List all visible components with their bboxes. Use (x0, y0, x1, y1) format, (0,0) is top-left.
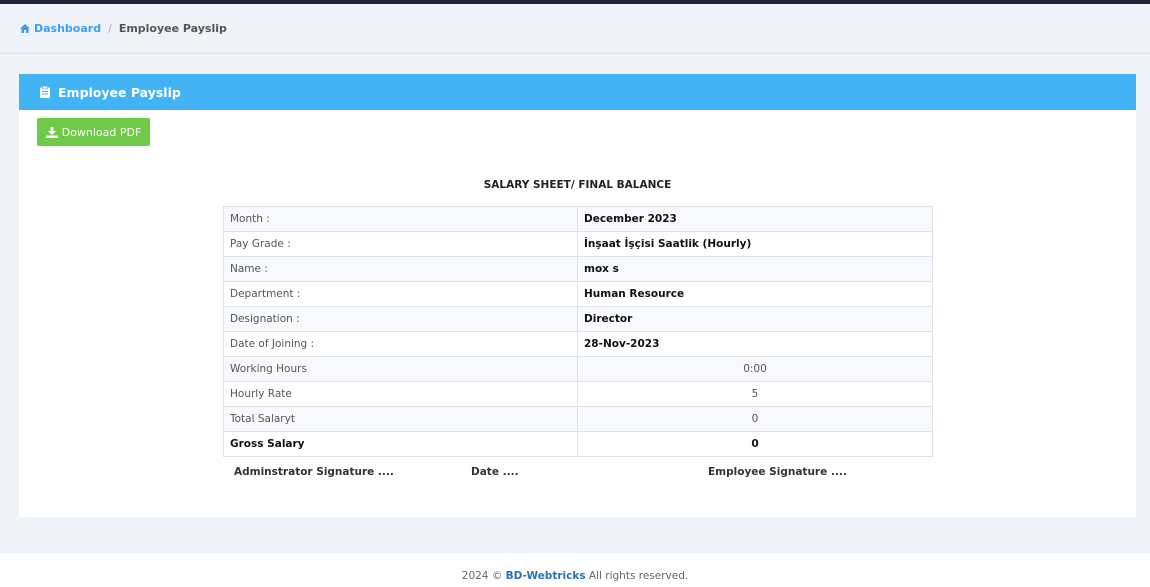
table-row-gross-salary: Gross Salary 0 (223, 431, 933, 457)
download-pdf-button[interactable]: Download PDF (37, 118, 150, 146)
card-title: Employee Payslip (58, 84, 181, 100)
breadcrumb-home-link[interactable]: Dashboard (20, 22, 101, 35)
table-row: Name : mox s (223, 256, 933, 282)
row-label: Month : (223, 206, 578, 232)
row-value: 28-Nov-2023 (577, 331, 933, 357)
table-row: Total Salaryt 0 (223, 406, 933, 432)
footer-rights: All rights reserved. (588, 570, 689, 582)
table-row: Designation : Director (223, 306, 933, 332)
row-label: Department : (223, 281, 578, 307)
row-label: Working Hours (223, 356, 578, 382)
card-header: Employee Payslip (19, 74, 1136, 110)
row-value: 5 (577, 381, 933, 407)
table-row: Hourly Rate 5 (223, 381, 933, 407)
row-value: 0 (577, 431, 933, 457)
row-value: mox s (577, 256, 933, 282)
row-label: Name : (223, 256, 578, 282)
breadcrumb-home-label: Dashboard (34, 22, 102, 35)
row-value: İnşaat İşçisi Saatlik (Hourly) (577, 231, 933, 257)
row-label: Hourly Rate (223, 381, 578, 407)
breadcrumb-separator: / (108, 22, 112, 35)
row-value: Director (577, 306, 933, 332)
table-row: Department : Human Resource (223, 281, 933, 307)
row-value: 0:00 (577, 356, 933, 382)
table-row: Date of Joining : 28-Nov-2023 (223, 331, 933, 357)
row-value: December 2023 (577, 206, 933, 232)
footer-brand-link[interactable]: BD-Webtricks (506, 570, 586, 582)
row-label: Total Salaryt (223, 406, 578, 432)
download-icon (45, 126, 58, 138)
breadcrumb: Dashboard / Employee Payslip (0, 4, 1150, 54)
admin-signature: Adminstrator Signature .... (234, 466, 394, 478)
footer-year: 2024 © (461, 570, 503, 582)
breadcrumb-current: Employee Payslip (118, 22, 227, 35)
row-label: Pay Grade : (223, 231, 578, 257)
table-row: Working Hours 0:00 (223, 356, 933, 382)
row-label: Date of Joining : (223, 331, 578, 357)
home-icon (20, 24, 30, 33)
employee-signature: Employee Signature .... (708, 466, 847, 478)
download-pdf-label: Download PDF (61, 125, 142, 139)
row-value: 0 (577, 406, 933, 432)
row-label: Gross Salary (223, 431, 578, 457)
table-row: Month : December 2023 (223, 206, 933, 232)
row-value: Human Resource (577, 281, 933, 307)
footer: 2024 © BD-Webtricks All rights reserved. (0, 553, 1150, 587)
clipboard-icon (40, 86, 50, 98)
salary-table: Month : December 2023 Pay Grade : İnşaat… (223, 206, 933, 457)
row-label: Designation : (223, 306, 578, 332)
signature-date: Date .... (471, 466, 519, 478)
payslip-card: Employee Payslip Download PDF SALARY SHE… (19, 74, 1136, 517)
table-row: Pay Grade : İnşaat İşçisi Saatlik (Hourl… (223, 231, 933, 257)
salary-sheet-title: SALARY SHEET/ FINAL BALANCE (483, 179, 672, 191)
